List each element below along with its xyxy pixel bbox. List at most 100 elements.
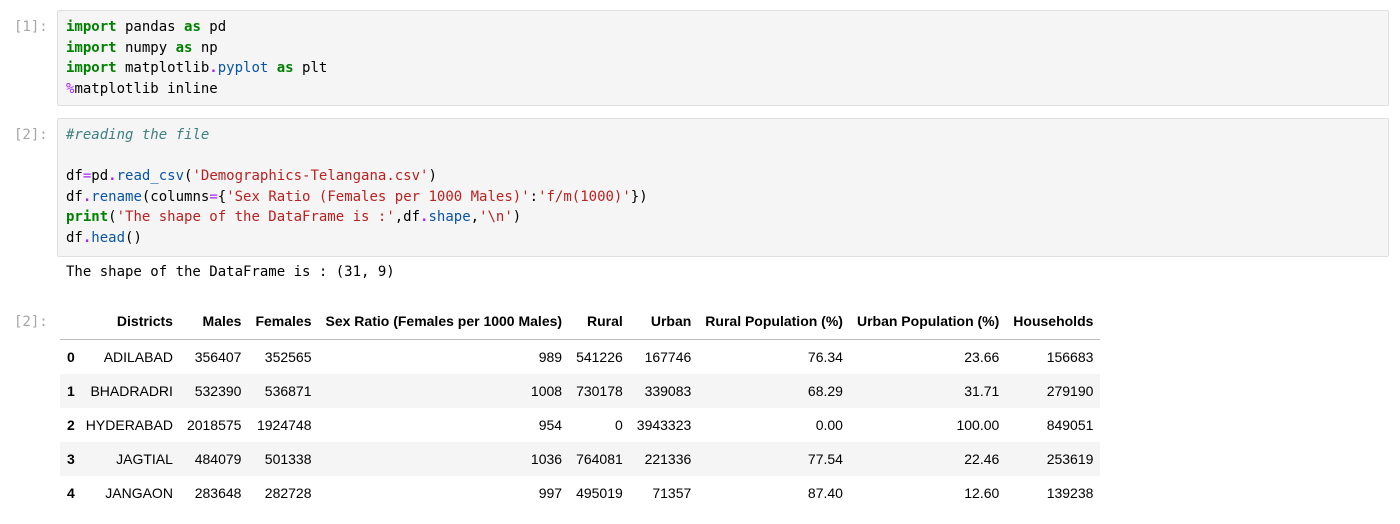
table-cell: 954 xyxy=(538,417,563,433)
code-token: 'Sex Ratio (Females per 1000 Males)' xyxy=(226,188,530,205)
table-cell: 31.71 xyxy=(964,383,1000,399)
code-token: import xyxy=(66,39,117,56)
code-token: 'f/m(1000)' xyxy=(538,188,631,205)
code-token: as xyxy=(175,39,193,56)
column-header: Urban Population (%) xyxy=(849,303,1007,340)
column-header: Urban xyxy=(629,303,699,340)
code-token: as xyxy=(184,19,201,35)
code-token: head xyxy=(91,229,126,246)
table-cell: 352565 xyxy=(264,349,312,365)
table-cell: 167746 xyxy=(644,349,692,365)
code-token: #reading the file xyxy=(66,127,210,143)
code-editor-1[interactable]: import pandas as pd import numpy as np i… xyxy=(57,10,1389,106)
code-token: ( xyxy=(108,209,117,225)
table-cell: 339083 xyxy=(644,383,692,399)
code-token: (columns xyxy=(141,188,210,205)
table-cell: ADILABAD xyxy=(103,349,173,365)
code-token: : xyxy=(529,188,539,205)
table-cell: 76.34 xyxy=(807,349,843,365)
table-cell: 77.54 xyxy=(807,451,843,467)
table-cell: 536871 xyxy=(264,383,312,399)
row-index: 3 xyxy=(67,451,75,467)
table-cell: 282728 xyxy=(264,485,312,501)
code-token: 'The shape of the DataFrame is :' xyxy=(116,209,395,225)
table-cell: 989 xyxy=(538,349,563,365)
table-cell: 279190 xyxy=(1046,383,1094,399)
table-cell: 764081 xyxy=(576,451,623,467)
table-cell: 283648 xyxy=(194,485,242,501)
input-prompt-1: [1]: xyxy=(14,19,48,35)
code-token: pandas xyxy=(116,19,185,35)
output-prompt-2: [2]: xyxy=(14,314,48,330)
table-cell: 156683 xyxy=(1046,349,1094,365)
code-token: df xyxy=(66,188,83,205)
code-token: }) xyxy=(630,188,648,205)
code-token: 'Demographics-Telangana.csv' xyxy=(192,168,429,184)
table-cell: 1036 xyxy=(530,451,563,467)
column-header: Males xyxy=(179,303,249,340)
table-row: 0 ADILABAD 356407 352565 989 541226 167746 76.3… xyxy=(60,340,1100,375)
column-header: Rural Population (%) xyxy=(698,303,850,340)
column-header xyxy=(60,303,79,340)
code-cell-2[interactable]: [2]: #reading the file df = pd.read_csv ('D… xyxy=(0,118,1400,257)
code-token: . xyxy=(209,60,218,76)
row-index: 2 xyxy=(67,417,75,433)
table-header-row: Districts Males Females Sex Ratio (Females … xyxy=(60,303,1101,340)
code-token: matplotlib inline xyxy=(74,80,218,97)
code-token: numpy xyxy=(116,39,176,56)
table-row: 4 JANGAON 283648 282728 997 495019 71357 87.40 1… xyxy=(60,476,1100,510)
table-row: 2 HYDERABAD 2018575 1924748 954 0 3943323 0.00 1… xyxy=(60,408,1100,442)
table-cell: 2018575 xyxy=(186,417,242,433)
table-cell: 221336 xyxy=(644,451,692,467)
column-header: Districts xyxy=(78,303,180,340)
code-token: df xyxy=(66,229,83,246)
code-token: . xyxy=(108,168,117,184)
code-token: matplotlib xyxy=(116,60,210,76)
table-cell: 87.40 xyxy=(807,485,843,501)
table-body: 0 ADILABAD 356407 352565 989 541226 167746 76.3… xyxy=(60,340,1101,511)
column-header: Rural xyxy=(569,303,630,340)
code-text-1: import pandas as pd import numpy as np i… xyxy=(66,17,1380,99)
table-cell: 12.60 xyxy=(964,485,1000,501)
column-header: Sex Ratio (Females per 1000 Males) xyxy=(318,303,570,340)
column-header: Households xyxy=(1006,303,1101,340)
code-token: pd xyxy=(91,168,109,184)
code-token: ) xyxy=(428,168,437,184)
code-token: { xyxy=(217,188,227,205)
table-row: 3 JAGTIAL 484079 501338 1036 764081 221336 77.5… xyxy=(60,442,1101,476)
table-cell: JANGAON xyxy=(105,485,173,501)
table-cell: 139238 xyxy=(1046,485,1094,501)
table-cell: 253619 xyxy=(1046,451,1094,467)
code-token: df xyxy=(66,168,83,184)
code-token: rename xyxy=(91,188,142,205)
code-editor-2[interactable]: #reading the file df = pd.read_csv ('Demogr… xyxy=(57,118,1389,257)
table-cell: 1008 xyxy=(530,383,563,399)
table-cell: BHADRADRI xyxy=(90,383,173,399)
table-cell: 532390 xyxy=(194,383,242,399)
code-token: print xyxy=(66,209,109,225)
code-token: import xyxy=(66,19,117,35)
code-token: ) xyxy=(512,209,522,225)
code-token: = xyxy=(209,188,218,205)
table-cell: 849051 xyxy=(1046,417,1094,433)
code-token: () xyxy=(125,229,142,246)
table-cell: 23.66 xyxy=(964,349,1000,365)
code-text-2: #reading the file df = pd.read_csv ('Demogr… xyxy=(66,125,1380,248)
row-index: 0 xyxy=(67,349,75,365)
table-cell: 100.00 xyxy=(956,417,1000,433)
code-cell-1[interactable]: [1]: import pandas as pd import numpy as… xyxy=(0,10,1400,106)
table-cell: 356407 xyxy=(194,349,242,365)
row-index: 4 xyxy=(67,485,75,501)
code-token: as xyxy=(276,60,294,76)
code-token: shape xyxy=(428,209,471,225)
table-cell: 3943323 xyxy=(636,417,692,433)
table-cell: 22.46 xyxy=(964,451,1000,467)
column-header: Females xyxy=(248,303,319,340)
code-token: import xyxy=(66,60,117,76)
code-token: , xyxy=(470,209,480,225)
dataframe-table: Districts Males Females Sex Ratio (Females … xyxy=(60,303,1101,511)
table-cell: 0 xyxy=(614,417,623,433)
table-cell: 501338 xyxy=(264,451,312,467)
code-token: plt xyxy=(293,60,328,76)
